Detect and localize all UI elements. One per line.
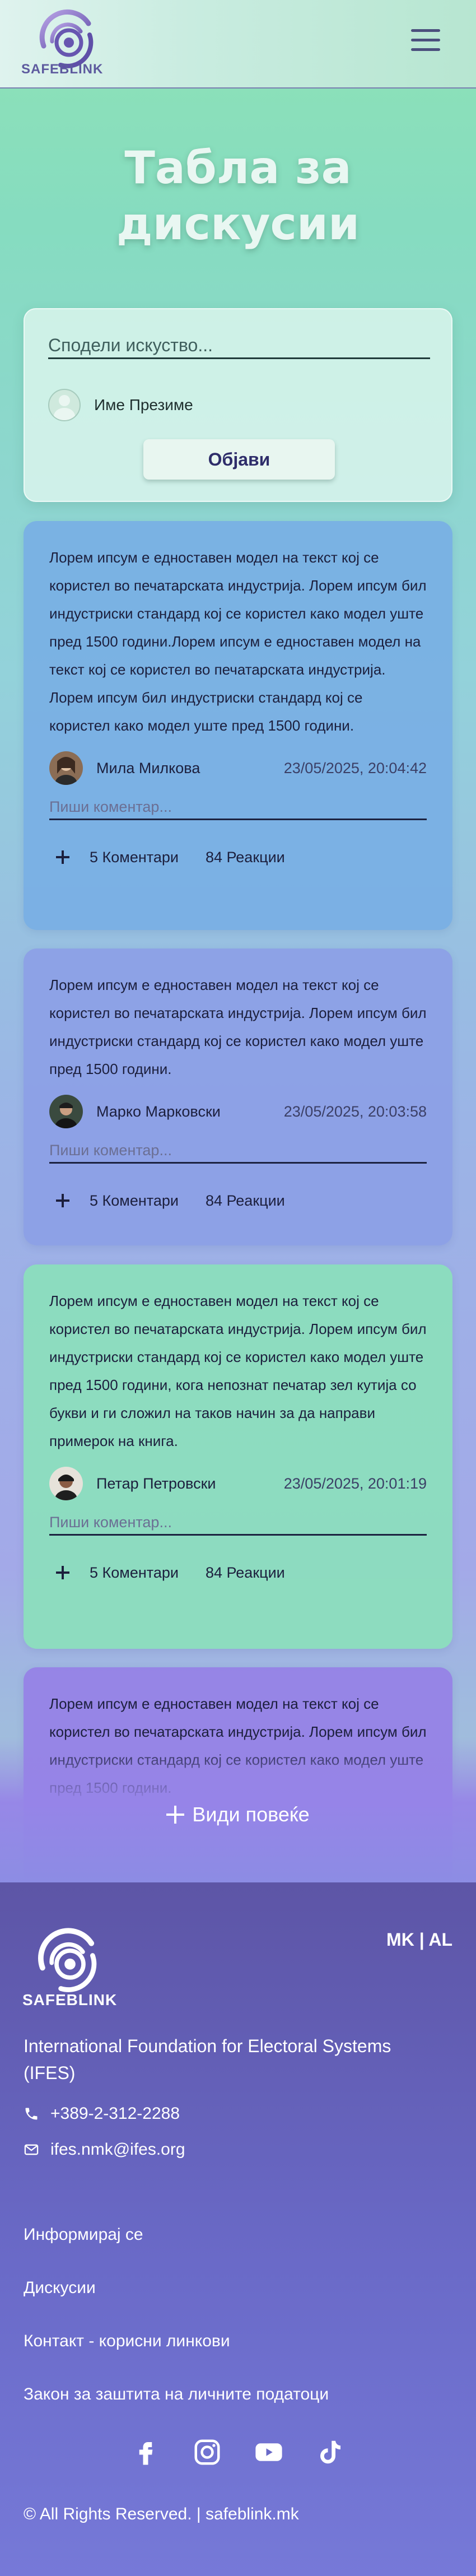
add-reaction-plus-icon[interactable] — [54, 1191, 73, 1210]
footer-link-privacy-law[interactable]: Закон за заштита на личните податоци — [24, 2385, 329, 2404]
reactions-count[interactable]: 84 Реакции — [206, 849, 285, 866]
youtube-icon[interactable] — [254, 2437, 284, 2467]
post-meta: Мила Милкова 23/05/2025, 20:04:42 — [49, 750, 427, 787]
post-meta: Петар Петровски 23/05/2025, 20:01:19 — [49, 1465, 427, 1502]
comments-count[interactable]: 5 Коментари — [90, 1564, 179, 1582]
footer-link-contact[interactable]: Контакт - корисни линкови — [24, 2332, 230, 2351]
discussion-post: Лорем ипсум е едноставен модел на текст … — [24, 521, 452, 930]
lang-mk[interactable]: MK — [386, 1929, 414, 1950]
share-experience-input[interactable] — [48, 333, 430, 359]
add-reaction-plus-icon[interactable] — [54, 1563, 73, 1582]
organization-name: International Foundation for Electoral S… — [24, 2036, 391, 2083]
hamburger-menu-icon[interactable] — [411, 29, 440, 52]
logo[interactable]: SAFEBLINK — [21, 7, 116, 80]
composer-user: Име Презиме — [48, 388, 193, 422]
lang-separator: | — [414, 1929, 429, 1950]
post-text: Лорем ипсум е едноставен модел на текст … — [49, 1292, 427, 1449]
email-address: ifes.nmk@ifes.org — [50, 2140, 185, 2159]
email-contact[interactable]: ifes.nmk@ifes.org — [24, 2140, 185, 2159]
footer-logo[interactable]: SAFEBLINK — [22, 1925, 129, 2009]
comment-input[interactable] — [49, 796, 427, 820]
post-author: Мила Милкова — [96, 759, 200, 776]
footer-link-discussions[interactable]: Дискусии — [24, 2279, 96, 2298]
post-text: Лорем ипсум е едноставен модел на текст … — [49, 549, 427, 734]
comment-input[interactable] — [49, 1139, 427, 1164]
social-links — [0, 2437, 476, 2467]
publish-button[interactable]: Објави — [143, 439, 335, 480]
footer-logo-text: SAFEBLINK — [22, 1991, 118, 2008]
post-date: 23/05/2025, 20:03:58 — [283, 1103, 427, 1120]
avatar — [49, 751, 83, 785]
copyright: © All Rights Reserved. | safeblink.mk — [24, 2505, 299, 2523]
site-header: SAFEBLINK — [0, 0, 476, 89]
language-switcher: MK | AL — [386, 1929, 452, 1950]
post-actions: 5 Коментари 84 Реакции — [49, 1187, 427, 1214]
avatar — [49, 1467, 83, 1500]
comment-input[interactable] — [49, 1511, 427, 1536]
tiktok-icon[interactable] — [315, 2437, 346, 2467]
logo-icon — [38, 1928, 97, 1992]
mail-icon — [24, 2144, 39, 2155]
page: SAFEBLINK Табла за дискусии Име Презиме … — [0, 0, 476, 2576]
site-footer: SAFEBLINK MK | AL International Foundati… — [0, 1882, 476, 2576]
plus-icon — [166, 1806, 185, 1824]
user-name: Име Презиме — [94, 396, 193, 413]
post-date: 23/05/2025, 20:01:19 — [283, 1475, 427, 1492]
post-meta: Марко Марковски 23/05/2025, 20:03:58 — [49, 1093, 427, 1130]
phone-number: +389-2-312-2288 — [50, 2104, 180, 2123]
see-more-button[interactable]: Види повеќе — [0, 1803, 476, 1826]
see-more-label: Види повеќе — [192, 1803, 310, 1826]
add-reaction-plus-icon[interactable] — [54, 848, 73, 867]
post-author: Марко Марковски — [96, 1103, 221, 1120]
post-actions: 5 Коментари 84 Реакции — [49, 1559, 427, 1586]
facebook-icon[interactable] — [130, 2437, 161, 2467]
post-date: 23/05/2025, 20:04:42 — [283, 759, 427, 776]
avatar — [48, 389, 81, 421]
reactions-count[interactable]: 84 Реакции — [206, 1564, 285, 1582]
phone-contact[interactable]: +389-2-312-2288 — [24, 2104, 180, 2123]
instagram-icon[interactable] — [192, 2437, 222, 2467]
lang-al[interactable]: AL — [428, 1929, 452, 1950]
logo-text: SAFEBLINK — [21, 62, 104, 77]
post-actions: 5 Коментари 84 Реакции — [49, 844, 427, 871]
comments-count[interactable]: 5 Коментари — [90, 1192, 179, 1210]
footer-link-inform[interactable]: Информирај се — [24, 2225, 143, 2244]
comments-count[interactable]: 5 Коментари — [90, 849, 179, 866]
avatar — [49, 1095, 83, 1128]
post-composer: Име Презиме Објави — [24, 308, 452, 502]
logo-icon — [39, 9, 94, 68]
discussion-post: Лорем ипсум е едноставен модел на текст … — [24, 1264, 452, 1649]
phone-icon — [25, 2108, 38, 2120]
reactions-count[interactable]: 84 Реакции — [206, 1192, 285, 1210]
discussion-post: Лорем ипсум е едноставен модел на текст … — [24, 948, 452, 1245]
page-title: Табла за дискусии — [116, 142, 360, 250]
post-author: Петар Петровски — [96, 1475, 216, 1492]
post-text: Лорем ипсум е едноставен модел на текст … — [49, 977, 427, 1077]
